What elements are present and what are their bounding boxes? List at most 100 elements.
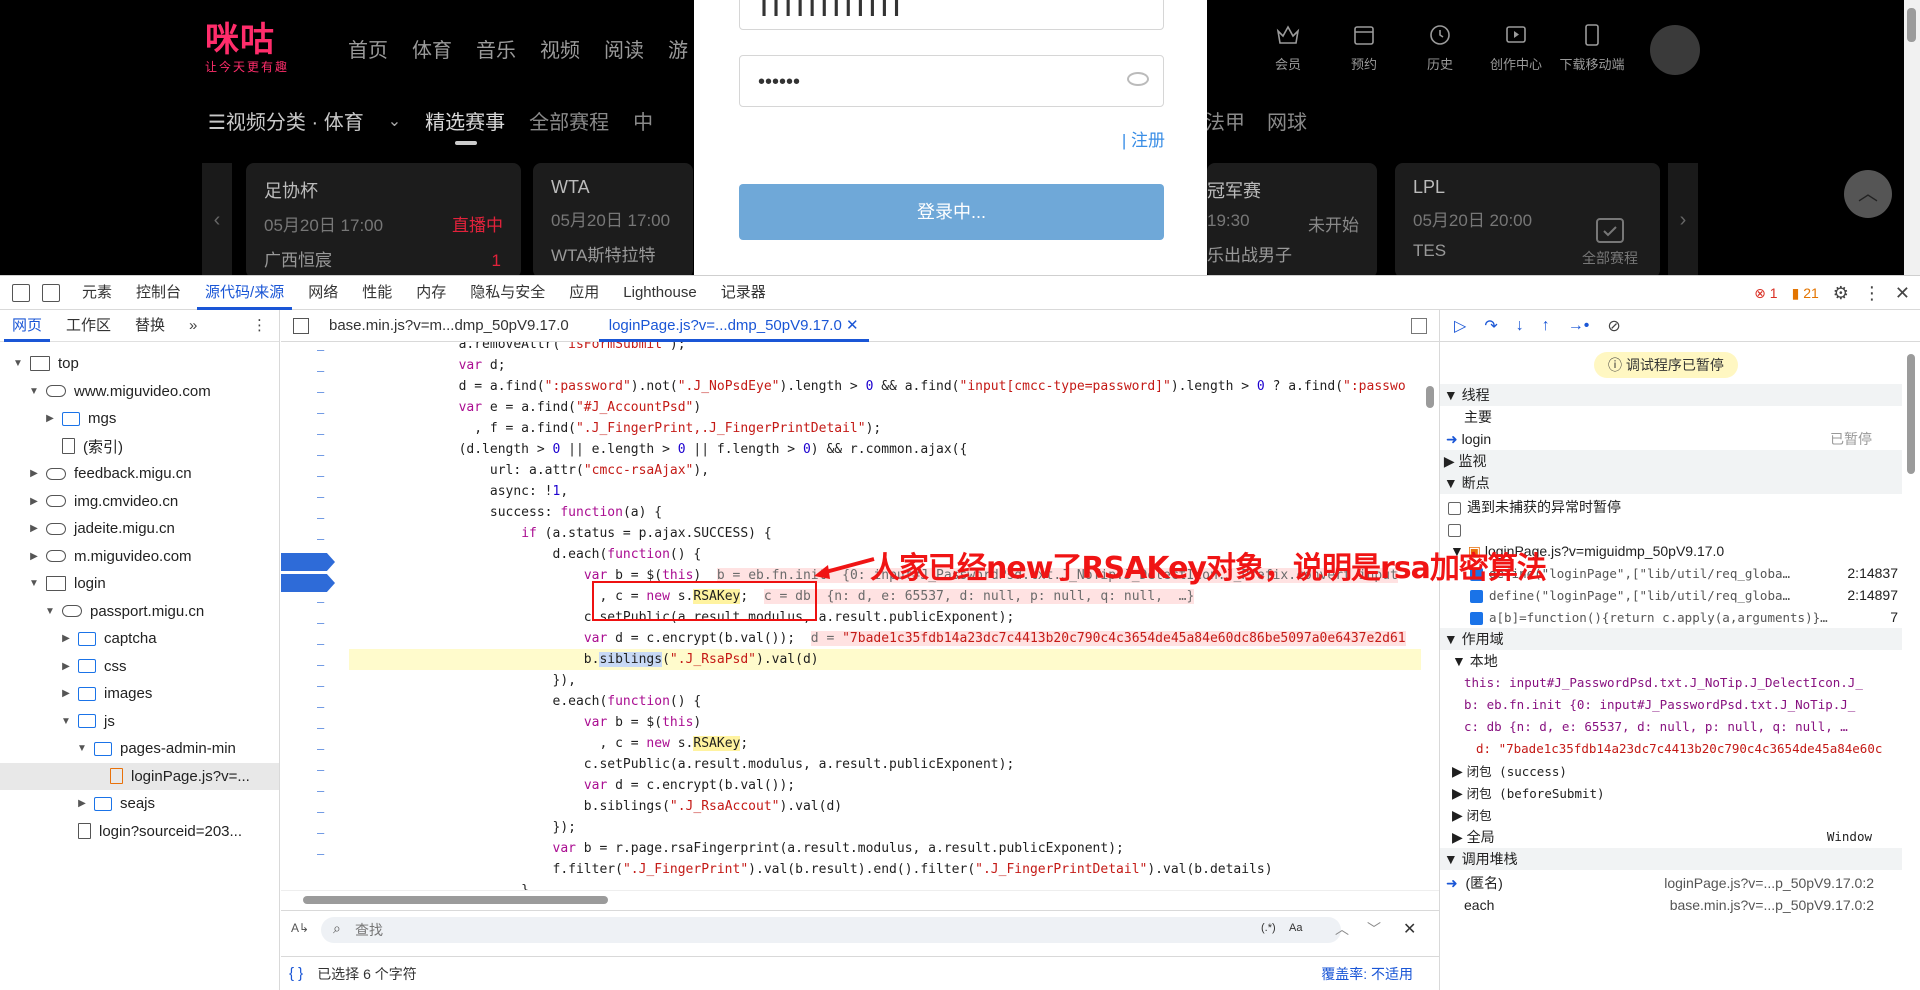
close-icon[interactable]: ✕ xyxy=(1895,283,1910,304)
step-out-icon[interactable]: ↑ xyxy=(1542,317,1550,335)
all-schedule-link[interactable]: 全部赛程 xyxy=(1582,215,1638,268)
scope-var-b[interactable]: b: eb.fn.init {0: input#J_PasswordPsd.tx… xyxy=(1440,694,1902,716)
step-over-icon[interactable]: ↷ xyxy=(1484,316,1497,336)
inspect-icon[interactable] xyxy=(12,283,30,302)
tab-featured[interactable]: 精选赛事 xyxy=(425,106,505,145)
password-field[interactable]: •••••• xyxy=(739,55,1164,107)
scope-var-this[interactable]: this: input#J_PasswordPsd.txt.J_NoTip.J_… xyxy=(1440,672,1902,694)
threads-section[interactable]: ▼ 线程 xyxy=(1440,384,1902,406)
callstack-frame[interactable]: each base.min.js?v=...p_50pV9.17.0:2 xyxy=(1440,894,1902,916)
match-card[interactable]: 足协杯 05月20日 17:00 直播中 广西恒宸 1 xyxy=(246,163,521,275)
thread-login[interactable]: ➜ login 已暂停 xyxy=(1440,428,1902,450)
tab-tennis[interactable]: 网球 xyxy=(1267,106,1307,135)
code-horizontal-scrollbar[interactable] xyxy=(281,890,1439,908)
tree-item[interactable]: ▶ jadeite.migu.cn xyxy=(0,515,279,542)
scope-var-c[interactable]: c: db {n: d, e: 65537, d: null, p: null,… xyxy=(1440,716,1902,738)
tab-application[interactable]: 应用 xyxy=(557,276,611,310)
tab-sources[interactable]: 源代码/来源 xyxy=(193,276,296,310)
collapsed-arrow-icon[interactable]: ▶ xyxy=(28,551,40,562)
scope-global[interactable]: ▶ 全局 Window xyxy=(1440,826,1902,848)
nav-music[interactable]: 音乐 xyxy=(476,34,516,63)
more-menu-icon[interactable]: ⋮ xyxy=(1863,283,1881,304)
match-card[interactable]: WTA 05月20日 17:00 WTA斯特拉特 xyxy=(533,163,693,275)
chevron-down-icon[interactable]: ﹀ xyxy=(1367,919,1381,939)
tab-console[interactable]: 控制台 xyxy=(124,276,193,310)
nav-video[interactable]: 视频 xyxy=(540,34,580,63)
scope-var-d[interactable]: d: "7bade1c35fdb14a23dc7c4413b20c790c4c3… xyxy=(1440,738,1902,760)
checkbox[interactable] xyxy=(1448,523,1461,537)
expanded-arrow-icon[interactable]: ▼ xyxy=(60,716,72,727)
nav-game[interactable]: 游 xyxy=(668,34,688,63)
breakpoint-entry[interactable]: define("loginPage",["lib/util/req_globa…… xyxy=(1440,584,1902,606)
code-vertical-scrollbar[interactable] xyxy=(1421,342,1439,890)
tab-recorder[interactable]: 记录器 xyxy=(709,276,778,310)
nav-read[interactable]: 阅读 xyxy=(604,34,644,63)
breakpoint-marker[interactable] xyxy=(281,553,335,571)
nav-creator[interactable]: 创作中心 xyxy=(1478,22,1554,73)
tab-privacy[interactable]: 隐私与安全 xyxy=(458,276,557,310)
thread-main[interactable]: 主要 xyxy=(1440,406,1902,428)
tree-item[interactable]: ▼ pages-admin-min xyxy=(0,735,279,762)
checkbox[interactable] xyxy=(1448,501,1461,515)
collapsed-arrow-icon[interactable]: ▶ xyxy=(28,496,40,507)
match-card[interactable]: 冠军赛 19:30 未开始 乐出战男子 xyxy=(1207,163,1377,275)
scope-section[interactable]: ▼ 作用域 xyxy=(1440,628,1902,650)
file-tab-loginpage[interactable]: loginPage.js?v=...dmp_50pV9.17.0 ✕ xyxy=(589,310,879,342)
tree-item[interactable]: login?sourceid=203... xyxy=(0,818,279,845)
collapsed-arrow-icon[interactable]: ▶ xyxy=(28,523,40,534)
tree-item[interactable]: loginPage.js?v=... xyxy=(0,762,279,790)
tree-item[interactable]: ▶ img.cmvideo.cn xyxy=(0,488,279,515)
tree-item[interactable]: ▼ js xyxy=(0,708,279,735)
scrollbar-thumb[interactable] xyxy=(1907,354,1915,474)
collapsed-arrow-icon[interactable]: ▶ xyxy=(76,798,88,809)
tab-page[interactable]: 网页 xyxy=(0,310,54,342)
chevron-down-icon[interactable]: ⌄ xyxy=(388,111,401,131)
tree-item[interactable]: ▼ passport.migu.cn xyxy=(0,598,279,625)
nav-vip[interactable]: 会员 xyxy=(1250,22,1326,73)
toggle-debugger-icon[interactable] xyxy=(1411,318,1427,334)
tab-memory[interactable]: 内存 xyxy=(404,276,458,310)
case-toggle[interactable]: Aa xyxy=(1289,922,1302,934)
breakpoint-entry[interactable]: a[b]=function(){return c.apply(a,argumen… xyxy=(1440,606,1902,628)
file-tab-base[interactable]: base.min.js?v=m...dmp_50pV9.17.0 xyxy=(309,310,589,342)
avatar[interactable] xyxy=(1650,25,1700,75)
tree-item[interactable]: ▶ seajs xyxy=(0,790,279,817)
toggle-navigator-icon[interactable] xyxy=(293,317,309,334)
tree-item[interactable]: ▶ captcha xyxy=(0,625,279,652)
watch-section[interactable]: ▶ 监视 xyxy=(1440,450,1902,472)
chevron-left-icon[interactable]: ‹ xyxy=(202,163,232,275)
match-card[interactable]: LPL 05月20日 20:00 TES 全部赛程 xyxy=(1395,163,1660,275)
scrollbar-thumb[interactable] xyxy=(1907,8,1916,42)
tree-item[interactable]: ▶ css xyxy=(0,653,279,680)
scope-closure[interactable]: ▶ 闭包 (beforeSubmit) xyxy=(1440,782,1902,804)
register-link[interactable]: | 注册 xyxy=(1122,126,1165,151)
line-gutter[interactable]: – – – – – – – – – – – – – – – – – – – – … xyxy=(281,342,349,890)
expanded-arrow-icon[interactable]: ▼ xyxy=(12,358,24,369)
error-count-badge[interactable]: ⊗ 1 xyxy=(1754,285,1777,302)
tab-performance[interactable]: 性能 xyxy=(350,276,404,310)
migu-logo[interactable]: 咪咕 让今天更有趣 xyxy=(205,22,289,75)
tab-workspace[interactable]: 工作区 xyxy=(54,310,123,342)
tab-lighthouse[interactable]: Lighthouse xyxy=(611,276,708,310)
resume-icon[interactable]: ▷ xyxy=(1454,316,1466,336)
scrollbar-thumb[interactable] xyxy=(1426,386,1434,408)
nav-history[interactable]: 历史 xyxy=(1402,22,1478,73)
tree-item[interactable]: (索引) xyxy=(0,433,279,460)
tab-elements[interactable]: 元素 xyxy=(70,276,124,310)
tree-item[interactable]: ▼ top xyxy=(0,350,279,377)
breakpoints-section[interactable]: ▼ 断点 xyxy=(1440,472,1902,494)
tab-all-schedule[interactable]: 全部赛程 xyxy=(529,106,609,135)
regex-toggle[interactable]: (.*) xyxy=(1261,922,1276,934)
step-icon[interactable]: →• xyxy=(1568,317,1590,335)
checkbox-checked[interactable] xyxy=(1470,589,1483,603)
nav-home[interactable]: 首页 xyxy=(348,34,388,63)
page-scrollbar[interactable] xyxy=(1904,0,1920,275)
scope-closure[interactable]: ▶ 闭包 xyxy=(1440,804,1902,826)
pause-uncaught-checkbox[interactable]: 遇到未捕获的异常时暂停 xyxy=(1440,496,1902,518)
deactivate-breakpoints-icon[interactable]: ⊘ xyxy=(1607,316,1620,336)
device-toggle-icon[interactable] xyxy=(42,283,60,302)
category-dropdown[interactable]: ☰视频分类 · 体育 xyxy=(208,106,364,135)
breakpoint-marker[interactable] xyxy=(281,574,335,592)
nav-reserve[interactable]: 预约 xyxy=(1326,22,1402,73)
expanded-arrow-icon[interactable]: ▼ xyxy=(28,578,40,589)
